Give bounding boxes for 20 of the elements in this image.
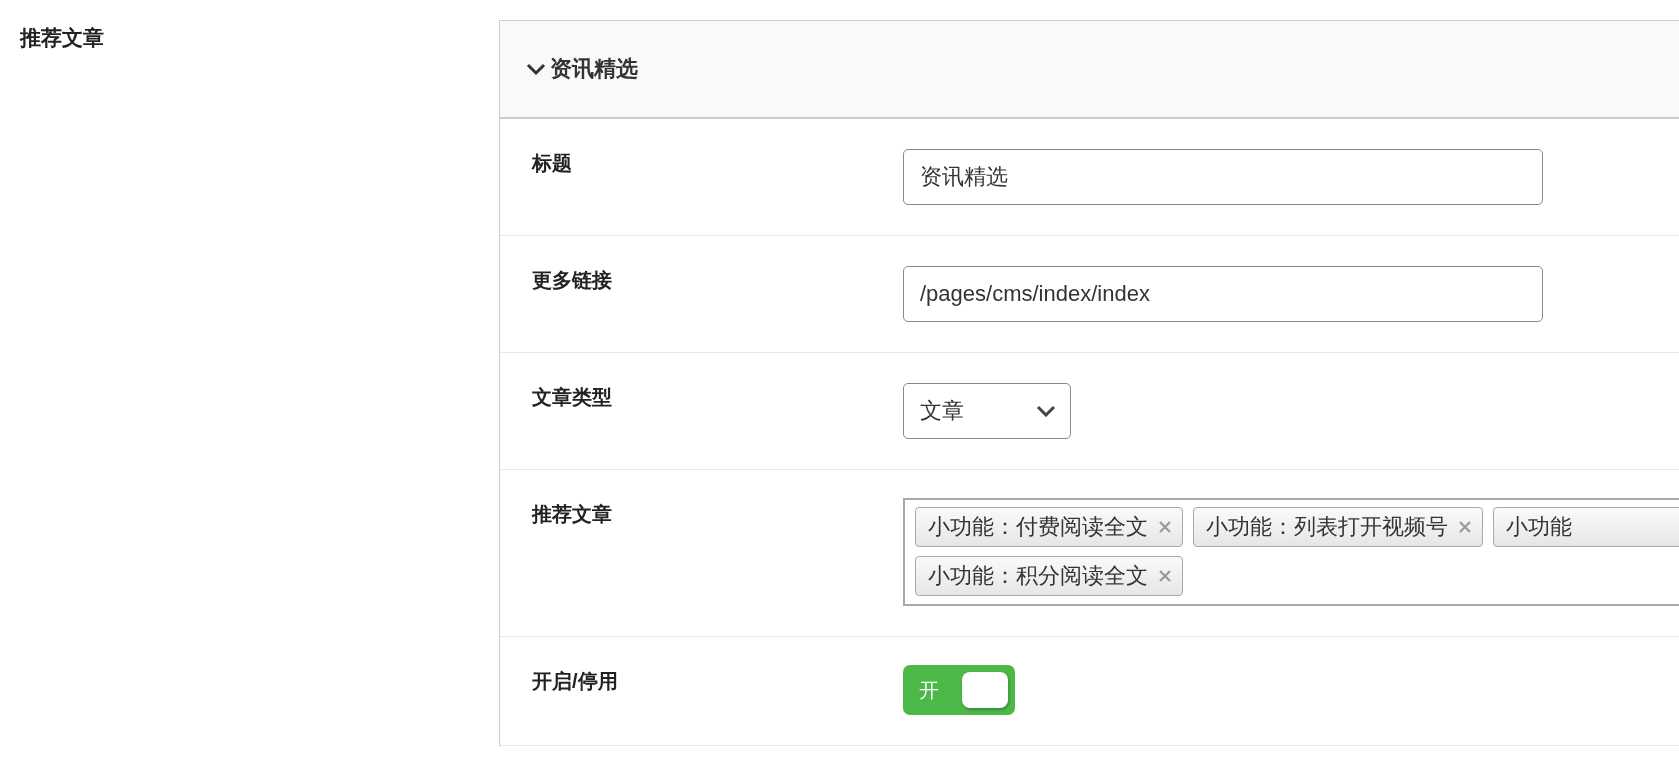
panel-title: 资讯精选: [550, 55, 638, 83]
field-label: 标题: [532, 151, 572, 176]
field-label: 推荐文章: [532, 502, 612, 527]
article-tag: 小功能：付费阅读全文: [915, 507, 1183, 547]
tag-select-field[interactable]: 小功能：付费阅读全文 小功能：列表打开视频号 小功能 小功能：积分阅读全文: [903, 498, 1679, 606]
field-label: 更多链接: [532, 268, 612, 293]
section-label: 推荐文章: [20, 25, 104, 51]
chevron-down-icon: [1036, 405, 1056, 417]
panel-header[interactable]: 资讯精选: [500, 21, 1679, 119]
article-tag: 小功能：积分阅读全文: [915, 556, 1183, 596]
field-label: 文章类型: [532, 385, 612, 410]
close-icon[interactable]: [1158, 520, 1172, 534]
type-select[interactable]: 文章: [903, 383, 1071, 439]
article-tag: 小功能：列表打开视频号: [1193, 507, 1483, 547]
text-input-field[interactable]: /pages/cms/index/index: [903, 266, 1543, 322]
field-label: 开启/停用: [532, 669, 618, 694]
close-icon[interactable]: [1158, 569, 1172, 583]
article-tag: 小功能: [1493, 507, 1679, 547]
close-icon[interactable]: [1458, 520, 1472, 534]
text-input-field[interactable]: 资讯精选: [903, 149, 1543, 205]
